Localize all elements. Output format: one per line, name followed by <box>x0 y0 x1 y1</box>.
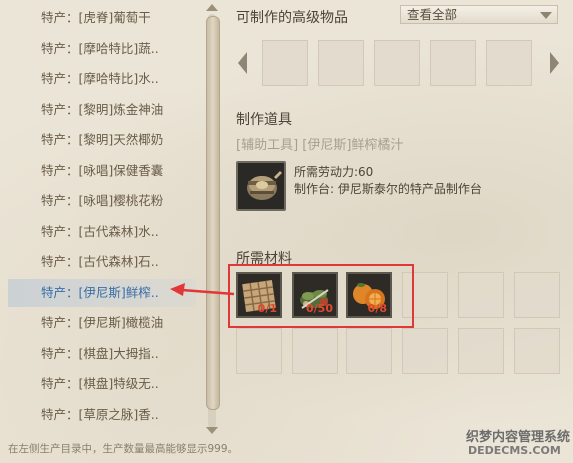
materials-highlight-box <box>228 264 414 328</box>
filter-dropdown-value: 查看全部 <box>407 7 458 22</box>
material-slot-empty[interactable] <box>292 328 338 374</box>
advanced-items-title: 可制作的高级物品 <box>236 10 348 26</box>
recipe-list-item[interactable]: 特产：[虎脊]葡萄干 <box>8 4 196 32</box>
recipe-list-item[interactable]: 特产：[棋盘]大拇指.. <box>8 340 196 368</box>
labor-requirement: 所需劳动力:60 <box>294 165 374 179</box>
filter-dropdown[interactable]: 查看全部 <box>400 5 558 24</box>
recipe-list-item[interactable]: 特产：[摩哈特比]蔬.. <box>8 35 196 63</box>
advanced-item-slot[interactable] <box>318 40 364 86</box>
recipe-list-item[interactable]: 特产：[黎明]天然椰奶 <box>8 126 196 154</box>
recipe-list-scrollbar[interactable] <box>204 0 220 440</box>
recipe-list-item[interactable]: 特产：[咏唱]樱桃花粉 <box>8 187 196 215</box>
recipe-list: 特产：[虎脊]葡萄干 特产：[摩哈特比]蔬.. 特产：[摩哈特比]水.. 特产：[黎明… <box>0 0 200 440</box>
recipe-list-item[interactable]: 特产：[咏唱]保健香囊 <box>8 157 196 185</box>
tool-name: [辅助工具] [伊尼斯]鲜榨橘汁 <box>236 138 404 153</box>
annotation-arrow-icon <box>170 283 235 296</box>
material-slot-empty[interactable] <box>346 328 392 374</box>
material-slot-empty[interactable] <box>514 272 560 318</box>
advanced-item-slot[interactable] <box>430 40 476 86</box>
chevron-down-icon <box>540 12 552 19</box>
advanced-item-slot[interactable] <box>486 40 532 86</box>
carousel-left-arrow-icon[interactable] <box>238 52 247 74</box>
material-slot-empty[interactable] <box>402 328 448 374</box>
advanced-item-slot[interactable] <box>374 40 420 86</box>
crafting-bench: 制作台: 伊尼斯泰尔的特产品制作台 <box>294 182 482 196</box>
material-slot-empty[interactable] <box>458 328 504 374</box>
recipe-list-item[interactable]: 特产：[伊尼斯]橄榄油 <box>8 309 196 337</box>
recipe-list-item[interactable]: 特产：[摩哈特比]水.. <box>8 65 196 93</box>
recipe-list-item[interactable]: 特产：[棋盘]特级无.. <box>8 370 196 398</box>
watermark-title: 织梦内容管理系统 <box>466 430 571 445</box>
scroll-down-arrow-icon[interactable] <box>206 427 218 434</box>
material-slot-empty[interactable] <box>236 328 282 374</box>
scroll-thumb[interactable] <box>206 16 220 410</box>
recipe-list-item[interactable]: 特产：[古代森林]石.. <box>8 248 196 276</box>
scroll-up-arrow-icon[interactable] <box>206 4 218 11</box>
material-slot-empty[interactable] <box>458 272 504 318</box>
watermark-url: DEDECMS.COM <box>468 444 561 457</box>
tool-section-title: 制作道具 <box>236 112 292 128</box>
recipe-list-item[interactable]: 特产：[黎明]炼金神油 <box>8 96 196 124</box>
recipe-list-item[interactable]: 特产：[古代森林]水.. <box>8 218 196 246</box>
material-slot-empty[interactable] <box>514 328 560 374</box>
advanced-item-slot[interactable] <box>262 40 308 86</box>
juicer-tool-icon[interactable] <box>236 161 286 211</box>
carousel-right-arrow-icon[interactable] <box>550 52 559 74</box>
recipe-list-item[interactable]: 特产：[草原之脉]香.. <box>8 401 196 429</box>
status-text: 在左侧生产目录中，生产数量最高能够显示999。 <box>8 443 239 455</box>
